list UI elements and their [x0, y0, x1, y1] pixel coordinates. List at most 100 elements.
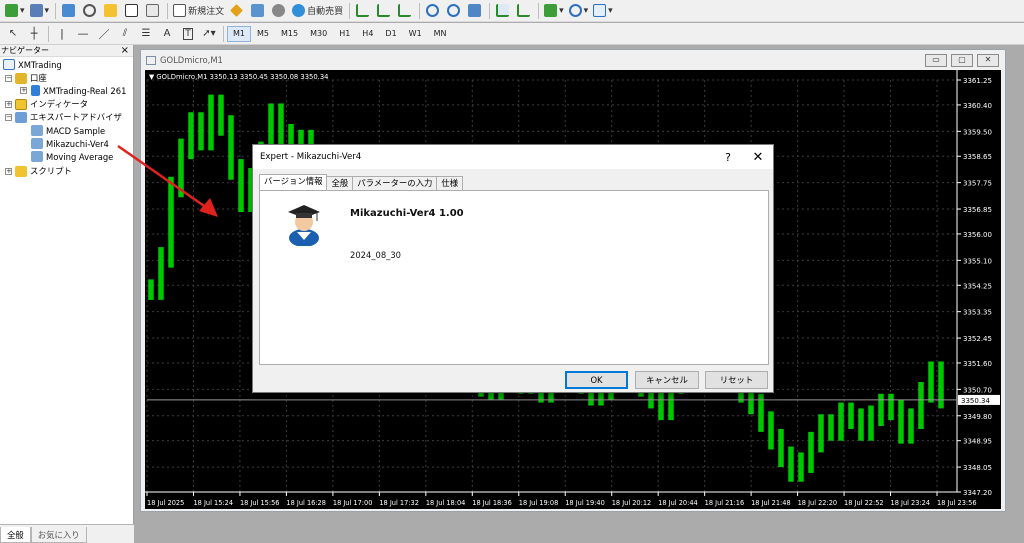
tab-general[interactable]: 全般 [0, 527, 31, 543]
y-tick-label: 3348.05 [963, 464, 992, 472]
y-tick-label: 3356.00 [963, 231, 992, 239]
expand-toggle[interactable]: + [20, 87, 27, 94]
tab-dependencies[interactable]: 仕様 [436, 176, 464, 190]
timeframe-w1-button[interactable]: W1 [403, 26, 428, 42]
horizontal-line-button[interactable]: — [73, 25, 93, 43]
market-watch-button[interactable] [59, 2, 79, 20]
timeframe-h1-button[interactable]: H1 [333, 26, 356, 42]
timeframe-d1-button[interactable]: D1 [379, 26, 402, 42]
expert-cap-icon [31, 125, 43, 136]
y-tick-label: 3357.75 [963, 180, 992, 188]
bar-chart-button[interactable] [353, 2, 373, 20]
collapse-toggle[interactable]: − [5, 114, 12, 121]
text-label-button[interactable]: T [178, 25, 198, 43]
zoom-out-button[interactable] [444, 2, 464, 20]
x-tick-label: 18 Jul 22:52 [844, 499, 884, 507]
tree-expert-item[interactable]: Mikazuchi-Ver4 [31, 138, 109, 149]
clock-icon [568, 4, 582, 17]
tree-root[interactable]: XMTrading [3, 59, 62, 70]
terminal-icon [124, 4, 138, 17]
help-button[interactable]: ? [713, 151, 743, 164]
tree-indicators[interactable]: インディケータ [15, 98, 88, 110]
text-button[interactable]: A [157, 25, 177, 43]
timeframe-m5-button[interactable]: M5 [251, 26, 275, 42]
expand-toggle[interactable]: + [5, 168, 12, 175]
timeframe-m30-button[interactable]: M30 [304, 26, 333, 42]
cancel-button[interactable]: キャンセル [635, 371, 699, 389]
autotrade-button[interactable]: 自動売買 [290, 2, 345, 20]
bar-chart-icon [355, 4, 369, 17]
navigator-title: ナビゲーター [1, 46, 49, 55]
experts-icon [15, 111, 27, 123]
zoom-out-icon [446, 4, 460, 17]
zoom-in-button[interactable] [423, 2, 443, 20]
arrows-button[interactable]: ➚▾ [199, 25, 219, 43]
vertical-line-button[interactable]: | [52, 25, 72, 43]
tab-common[interactable]: 全般 [326, 176, 354, 190]
chart-shift-button[interactable] [493, 2, 513, 20]
candlestick-button[interactable] [374, 2, 394, 20]
fibonacci-button[interactable]: ☰ [136, 25, 156, 43]
trendline-button[interactable]: ／ [94, 25, 114, 43]
expand-toggle[interactable]: + [5, 101, 12, 108]
y-tick-label: 3350.70 [963, 386, 992, 394]
tree-expert-item[interactable]: MACD Sample [31, 125, 105, 136]
tree-account-item[interactable]: XMTrading-Real 261 [31, 85, 126, 96]
minimize-button[interactable]: ▭ [925, 53, 947, 67]
dialog-close-button[interactable]: ✕ [743, 150, 773, 165]
timeframe-mn-button[interactable]: MN [428, 26, 453, 42]
tile-windows-button[interactable] [465, 2, 485, 20]
restore-button[interactable]: ▢ [951, 53, 973, 67]
channel-button[interactable]: ⫽ [115, 25, 135, 43]
expert-avatar-icon [288, 205, 320, 246]
profiles-button[interactable]: ▾ [28, 2, 52, 20]
tab-about[interactable]: バージョン情報 [259, 174, 328, 190]
tree-root-label: XMTrading [18, 59, 62, 70]
navigator-button[interactable] [101, 2, 121, 20]
terminal-button[interactable] [122, 2, 142, 20]
tree-experts-label: エキスパートアドバイザ [30, 112, 122, 122]
templates-button[interactable]: ▾ [591, 2, 615, 20]
new-chart-icon [5, 4, 18, 17]
strategy-tester-button[interactable] [143, 2, 163, 20]
ok-button[interactable]: OK [565, 371, 628, 389]
indicators-icon [15, 98, 27, 110]
signals-button[interactable] [248, 2, 268, 20]
timeframe-m15-button[interactable]: M15 [275, 26, 304, 42]
tree-scripts[interactable]: スクリプト [15, 165, 72, 177]
periods-button[interactable]: ▾ [567, 2, 591, 20]
data-window-button[interactable] [80, 2, 100, 20]
cursor-button[interactable]: ↖ [3, 25, 23, 43]
signals-icon [250, 4, 264, 17]
trendline-icon: ／ [98, 27, 110, 41]
dialog-titlebar[interactable]: Expert - Mikazuchi-Ver4 ? ✕ [253, 145, 773, 169]
tree-expert-item[interactable]: Moving Average [31, 151, 113, 162]
chart-window-titlebar[interactable]: GOLDmicro,M1 ▭ ▢ ✕ [141, 50, 1005, 70]
profiles-icon [29, 4, 43, 17]
crosshair-button[interactable]: ┼ [24, 25, 44, 43]
new-chart-button[interactable]: ▾ [3, 2, 27, 20]
autoscroll-button[interactable] [514, 2, 534, 20]
reset-button[interactable]: リセット [705, 371, 768, 389]
navigator-close-button[interactable]: × [121, 45, 129, 56]
meta-editor-button[interactable] [227, 2, 247, 20]
x-tick-label: 18 Jul 19:08 [519, 499, 559, 507]
tile-windows-icon [467, 4, 481, 17]
tree-accounts[interactable]: 口座 [15, 72, 47, 84]
new-order-button[interactable]: 新規注文 [171, 2, 226, 20]
chart-ohlc-header: ▼ GOLDmicro,M1 3350.13 3350.45 3350.08 3… [149, 73, 329, 81]
tab-inputs[interactable]: パラメーターの入力 [352, 176, 438, 190]
tab-favorites[interactable]: お気に入り [30, 527, 87, 543]
timeframe-m1-button[interactable]: M1 [227, 25, 251, 42]
text-icon: A [163, 28, 171, 39]
toolbar-divider [55, 2, 57, 19]
star-folder-icon [103, 4, 117, 17]
close-button[interactable]: ✕ [977, 53, 999, 67]
vps-button[interactable] [269, 2, 289, 20]
line-chart-button[interactable] [395, 2, 415, 20]
collapse-toggle[interactable]: − [5, 75, 12, 82]
tree-experts[interactable]: エキスパートアドバイザ [15, 111, 122, 123]
timeframe-h4-button[interactable]: H4 [356, 26, 379, 42]
toolbar-divider [223, 25, 224, 42]
indicators-button[interactable]: ▾ [542, 2, 566, 20]
